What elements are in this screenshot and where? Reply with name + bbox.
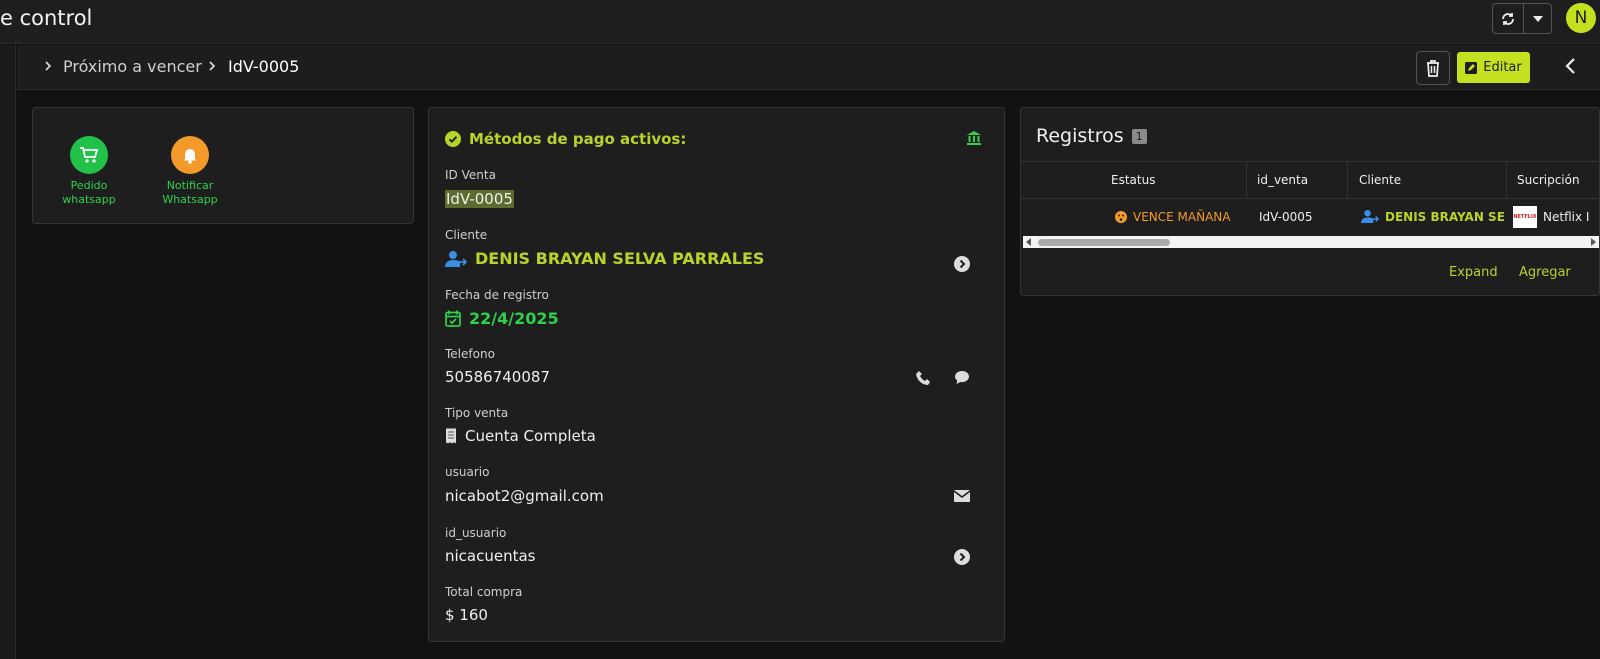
column-header-estatus[interactable]: Estatus bbox=[1111, 161, 1155, 199]
app-title: e control bbox=[0, 6, 93, 30]
cart-icon bbox=[70, 136, 108, 174]
horizontal-scrollbar[interactable] bbox=[1023, 236, 1599, 248]
scroll-left-icon[interactable] bbox=[1025, 238, 1033, 246]
sync-button[interactable] bbox=[1493, 4, 1524, 33]
id-venta-label: ID Venta bbox=[445, 168, 496, 182]
top-bar: e control N bbox=[0, 0, 1600, 44]
column-header-id-venta[interactable]: id_venta bbox=[1257, 161, 1308, 199]
delete-button[interactable] bbox=[1416, 51, 1450, 85]
row-id-venta: IdV-0005 bbox=[1259, 209, 1313, 224]
status-badge: VENCE MAÑANA bbox=[1115, 199, 1230, 234]
chevron-right-icon bbox=[45, 61, 52, 71]
expand-button[interactable]: Expand bbox=[1449, 265, 1498, 280]
usuario-value: nicabot2@gmail.com bbox=[445, 487, 604, 505]
id-venta-value: IdV-0005 bbox=[445, 190, 514, 208]
chevron-circle-right-icon[interactable] bbox=[954, 256, 970, 272]
table-header-row bbox=[1021, 161, 1599, 199]
chat-icon[interactable] bbox=[954, 370, 970, 385]
sync-options-button[interactable] bbox=[1524, 4, 1551, 33]
breadcrumb-current: IdV-0005 bbox=[228, 57, 300, 76]
actions-panel: Pedido whatsapp Notificar Whatsapp bbox=[32, 107, 414, 224]
sync-icon bbox=[1502, 12, 1514, 25]
cliente-value[interactable]: DENIS BRAYAN SELVA PARRALES bbox=[445, 249, 764, 268]
chevron-circle-right-icon[interactable] bbox=[954, 549, 970, 565]
id-usuario-value: nicacuentas bbox=[445, 547, 536, 565]
check-circle-icon bbox=[445, 131, 461, 147]
receipt-icon bbox=[446, 428, 456, 444]
action-label: Pedido whatsapp bbox=[62, 179, 116, 206]
avatar[interactable]: N bbox=[1566, 3, 1596, 33]
calendar-check-icon bbox=[445, 310, 461, 327]
breadcrumb-parent[interactable]: Próximo a vencer bbox=[63, 57, 202, 76]
netflix-logo: NETFLIX bbox=[1513, 205, 1537, 228]
tipo-venta-value: Cuenta Completa bbox=[445, 427, 596, 445]
agregar-button[interactable]: Agregar bbox=[1519, 265, 1571, 280]
column-header-cliente[interactable]: Cliente bbox=[1359, 161, 1401, 199]
pedido-whatsapp-button[interactable]: Pedido whatsapp bbox=[44, 136, 134, 207]
edit-icon bbox=[1465, 61, 1478, 74]
action-label: Notificar Whatsapp bbox=[162, 179, 218, 206]
notificar-whatsapp-button[interactable]: Notificar Whatsapp bbox=[145, 136, 235, 207]
breadcrumb: Próximo a vencer IdV-0005 Editar bbox=[17, 45, 1600, 90]
total-compra-label: Total compra bbox=[445, 585, 523, 599]
fecha-registro-label: Fecha de registro bbox=[445, 288, 549, 302]
scroll-right-icon[interactable] bbox=[1589, 238, 1597, 246]
id-usuario-label: id_usuario bbox=[445, 526, 507, 540]
bank-icon[interactable] bbox=[966, 130, 982, 146]
telefono-value: 50586740087 bbox=[445, 368, 550, 386]
phone-icon[interactable] bbox=[916, 370, 932, 386]
caret-down-icon bbox=[1532, 15, 1543, 22]
edit-button-label: Editar bbox=[1483, 60, 1522, 75]
chevron-left-icon[interactable] bbox=[1564, 56, 1578, 76]
row-suscripcion: NETFLIX Netflix I bbox=[1513, 199, 1589, 234]
cliente-label: Cliente bbox=[445, 228, 488, 242]
bell-icon bbox=[171, 136, 209, 174]
edit-button[interactable]: Editar bbox=[1457, 52, 1530, 83]
user-arrow-icon bbox=[1361, 209, 1379, 224]
chevron-right-icon bbox=[209, 61, 216, 71]
payment-methods-title: Métodos de pago activos: bbox=[445, 130, 686, 148]
warning-face-icon bbox=[1115, 210, 1127, 223]
row-cliente[interactable]: DENIS BRAYAN SE bbox=[1361, 199, 1505, 234]
envelope-icon[interactable] bbox=[954, 490, 970, 502]
sale-detail-panel: Métodos de pago activos: ID Venta IdV-00… bbox=[428, 107, 1005, 642]
registros-title: Registros 1 bbox=[1036, 125, 1147, 147]
user-arrow-icon bbox=[445, 250, 467, 267]
fecha-registro-value: 22/4/2025 bbox=[445, 309, 559, 328]
column-header-suscripcion[interactable]: Sucripción bbox=[1517, 161, 1580, 199]
telefono-label: Telefono bbox=[445, 347, 495, 361]
trash-icon bbox=[1427, 60, 1439, 77]
tipo-venta-label: Tipo venta bbox=[445, 406, 509, 420]
registros-panel: Registros 1 Estatus id_venta Cliente Suc… bbox=[1020, 107, 1600, 296]
usuario-label: usuario bbox=[445, 465, 490, 479]
sidebar-collapsed bbox=[0, 45, 16, 659]
sync-button-group bbox=[1492, 3, 1552, 34]
registros-count-badge: 1 bbox=[1131, 128, 1147, 144]
scrollbar-thumb[interactable] bbox=[1038, 239, 1170, 246]
total-compra-value: $ 160 bbox=[445, 606, 488, 624]
